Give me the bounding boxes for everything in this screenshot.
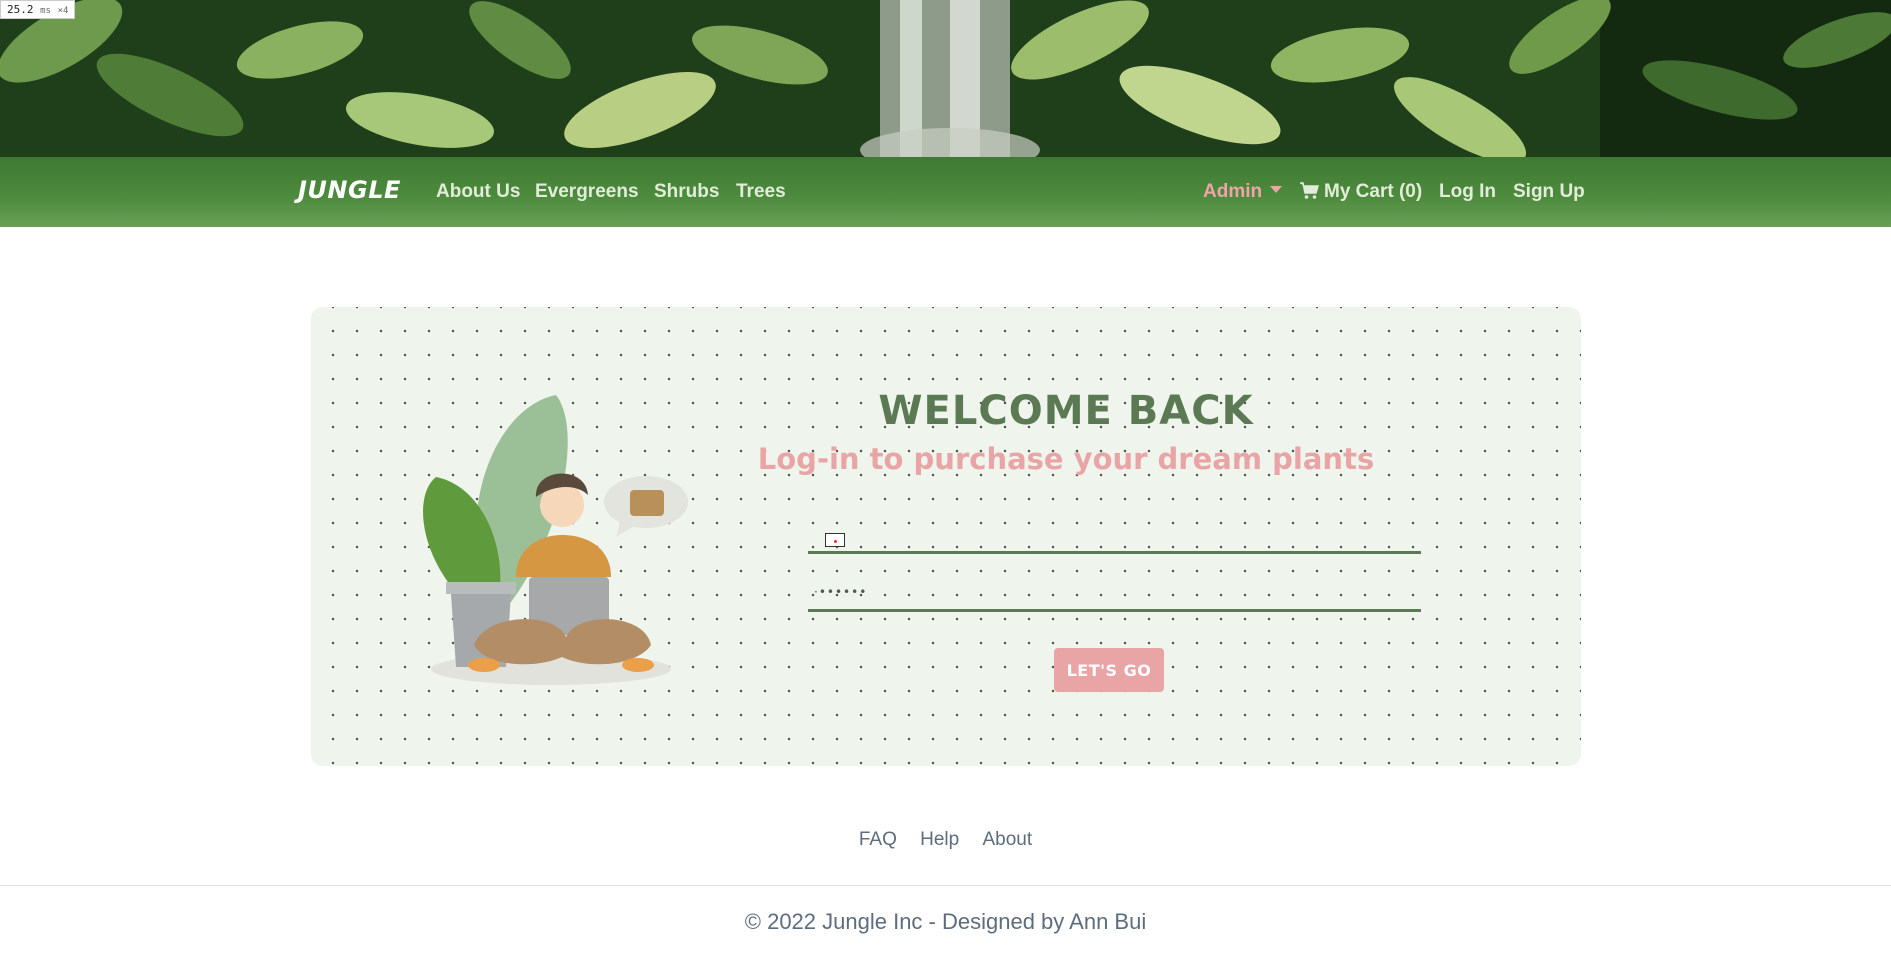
nav-link-evergreens[interactable]: Evergreens [535,181,639,203]
perf-badge: 25.2 ms ×4 [0,0,76,19]
password-mask: ·•••••• [814,585,868,599]
footer-link-about[interactable]: About [983,829,1033,850]
welcome-title: WELCOME BACK [878,388,1254,434]
nav-link-shrubs[interactable]: Shrubs [654,181,719,203]
hero-banner [0,0,1891,157]
brand-logo[interactable]: JUNGLE [298,176,401,204]
password-field[interactable]: ·•••••• [808,575,1421,612]
footer-link-help[interactable]: Help [920,829,959,850]
admin-label: Admin [1203,181,1263,202]
admin-dropdown[interactable]: Admin [1203,181,1283,203]
chevron-down-icon [1270,186,1283,193]
perf-value: 25.2 [7,3,34,16]
shopping-cart-icon [1300,182,1319,199]
login-card: WELCOME BACK Log-in to purchase your dre… [311,307,1581,766]
nav-link-about-us[interactable]: About Us [436,181,520,203]
login-link[interactable]: Log In [1439,181,1496,203]
perf-multiplier: ×4 [57,6,69,16]
perf-unit: ms [40,6,51,16]
copyright-text: © 2022 Jungle Inc - Designed by Ann Bui [744,909,1147,934]
footer-links: FAQ Help About [0,829,1891,851]
email-field[interactable] [808,517,1421,554]
person-with-laptop-illustration [423,395,688,685]
nav-link-trees[interactable]: Trees [736,181,786,203]
autofill-icon [825,533,845,547]
main-navbar: JUNGLE About Us Evergreens Shrubs Trees … [0,157,1891,227]
signup-link[interactable]: Sign Up [1513,181,1585,203]
footer-link-faq[interactable]: FAQ [859,829,897,850]
cart-link[interactable]: My Cart (0) [1300,181,1422,203]
cart-label: My Cart (0) [1324,181,1423,202]
login-subtitle: Log-in to purchase your dream plants [757,442,1375,476]
submit-login-button[interactable]: LET'S GO [1054,648,1164,692]
jungle-foliage-image [0,0,1891,157]
footer-divider [0,885,1891,886]
